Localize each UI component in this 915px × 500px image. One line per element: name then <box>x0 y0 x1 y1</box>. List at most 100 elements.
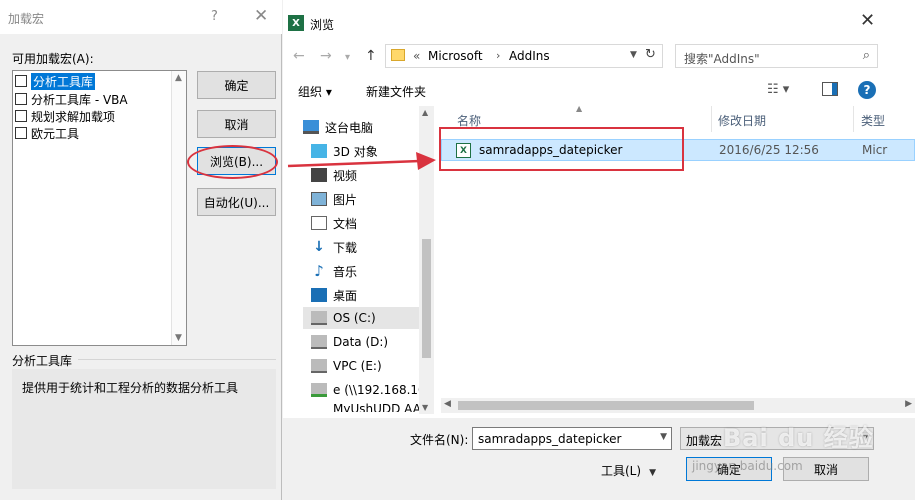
chevron-down-icon[interactable]: ▼ <box>660 432 667 442</box>
annotation-rectangle <box>439 127 684 171</box>
nav-item-label: MyUshUDD AA <box>333 402 421 412</box>
browse-titlebar: X 浏览 ✕ <box>283 0 915 40</box>
recent-dropdown-icon[interactable]: ▾ <box>345 52 350 63</box>
nav-item-music[interactable]: ♪ 音乐 <box>311 260 436 282</box>
nav-item-downloads[interactable]: ↓ 下载 <box>311 236 436 258</box>
drive-icon <box>311 311 327 325</box>
preview-pane-icon[interactable] <box>822 82 838 96</box>
drive-icon <box>311 402 327 412</box>
addins-titlebar: 加载宏 ? ✕ <box>0 0 282 34</box>
filetype-value: 加载宏 <box>686 434 723 448</box>
addins-listbox[interactable]: 分析工具库 分析工具库 - VBA 规划求解加载项 欧元工具 ▲ ▼ <box>12 70 187 346</box>
tools-menu[interactable]: 工具(L) ▼ <box>601 462 656 479</box>
computer-icon <box>303 120 319 134</box>
breadcrumb-overflow[interactable]: « <box>413 49 420 63</box>
scroll-up-icon[interactable]: ▲ <box>422 108 428 117</box>
watermark-brand: Bai du 经验 <box>723 424 874 452</box>
breadcrumb-microsoft[interactable]: Microsoft <box>428 49 483 63</box>
ok-button[interactable]: 确定 <box>197 71 276 99</box>
addins-dialog: 加载宏 ? ✕ 可用加载宏(A): 分析工具库 分析工具库 - VBA 规划求解… <box>0 0 282 500</box>
scroll-thumb[interactable] <box>458 401 754 410</box>
help-icon[interactable]: ? <box>858 81 876 99</box>
new-folder-button[interactable]: 新建文件夹 <box>366 83 426 100</box>
horizontal-scrollbar[interactable]: ◀ ▶ <box>441 398 915 413</box>
nav-item-network-drive[interactable]: e (\\192.168.10 <box>311 379 436 401</box>
close-icon[interactable]: ✕ <box>860 10 875 31</box>
up-arrow-icon[interactable]: ↑ <box>365 48 377 64</box>
addin-item-analysis-toolpak-vba[interactable]: 分析工具库 - VBA <box>15 91 128 107</box>
file-modified: 2016/6/25 12:56 <box>719 143 819 157</box>
addin-item-label: 分析工具库 <box>31 72 96 90</box>
nav-item-label: OS (C:) <box>333 311 376 325</box>
checkbox[interactable] <box>15 127 27 139</box>
address-bar[interactable]: « Microsoft › AddIns ▼ <box>385 44 663 68</box>
checkbox[interactable] <box>15 110 27 122</box>
nav-item-label: e (\\192.168.10 <box>333 383 426 397</box>
nav-item-label: 音乐 <box>333 264 358 279</box>
nav-item-label: Data (D:) <box>333 335 389 349</box>
nav-item-data-d[interactable]: Data (D:) <box>311 331 436 353</box>
addin-item-label: 分析工具库 - VBA <box>31 92 128 107</box>
breadcrumb-addins[interactable]: AddIns <box>509 49 550 63</box>
nav-item-partial[interactable]: MyUshUDD AA <box>311 402 436 412</box>
forward-arrow-icon[interactable]: → <box>320 48 332 64</box>
nav-item-label: 下载 <box>333 240 358 255</box>
nav-item-this-pc[interactable]: 这台电脑 <box>303 116 428 138</box>
available-addins-label: 可用加载宏(A): <box>12 52 94 66</box>
checkbox[interactable] <box>15 75 27 87</box>
nav-item-pictures[interactable]: 图片 <box>311 188 436 210</box>
refresh-icon[interactable]: ↻ <box>645 47 656 62</box>
close-icon[interactable]: ✕ <box>254 6 268 26</box>
search-icon: ⌕ <box>862 48 870 63</box>
column-separator[interactable] <box>711 106 712 132</box>
nav-item-label: 文档 <box>333 216 358 231</box>
nav-item-vpc-e[interactable]: VPC (E:) <box>311 355 436 377</box>
scroll-left-icon[interactable]: ◀ <box>444 399 451 409</box>
column-header-modified[interactable]: 修改日期 <box>718 112 766 129</box>
chevron-down-icon[interactable]: ▼ <box>630 50 637 60</box>
folder-icon <box>391 49 405 61</box>
addin-item-solver[interactable]: 规划求解加载项 <box>15 108 115 124</box>
description-text: 提供用于统计和工程分析的数据分析工具 <box>22 381 239 395</box>
cancel-button[interactable]: 取消 <box>197 110 276 138</box>
download-icon: ↓ <box>313 239 325 255</box>
addin-item-euro-tools[interactable]: 欧元工具 <box>15 125 79 141</box>
addin-item-label: 欧元工具 <box>31 126 80 141</box>
filename-input[interactable]: samradapps_datepicker ▼ <box>472 427 672 450</box>
drive-icon <box>311 359 327 373</box>
nav-item-desktop[interactable]: 桌面 <box>311 284 436 306</box>
chevron-down-icon: ▼ <box>649 468 656 478</box>
scroll-down-icon[interactable]: ▼ <box>422 403 428 412</box>
picture-icon <box>311 192 327 206</box>
automation-button[interactable]: 自动化(U)... <box>197 188 276 216</box>
scroll-down-icon[interactable]: ▼ <box>175 333 182 343</box>
back-arrow-icon[interactable]: ← <box>293 48 305 64</box>
scroll-right-icon[interactable]: ▶ <box>905 399 912 409</box>
nav-item-label: VPC (E:) <box>333 359 382 373</box>
nav-item-documents[interactable]: 文档 <box>311 212 436 234</box>
view-options-icon[interactable]: ☷ ▾ <box>767 82 789 97</box>
checkbox[interactable] <box>15 93 27 105</box>
search-placeholder: 搜索"AddIns" <box>684 52 760 66</box>
drive-icon <box>311 335 327 349</box>
addin-item-analysis-toolpak[interactable]: 分析工具库 <box>15 72 96 90</box>
column-separator[interactable] <box>853 106 854 132</box>
filename-label: 文件名(N): <box>410 433 469 447</box>
annotation-arrow <box>287 152 436 170</box>
listbox-scrollbar[interactable]: ▲ ▼ <box>171 71 186 345</box>
breadcrumb-separator[interactable]: › <box>496 49 500 62</box>
watermark-url: jingyan.baidu.com <box>692 459 803 473</box>
network-drive-icon <box>311 383 327 397</box>
nav-item-os-c[interactable]: OS (C:) <box>303 307 419 329</box>
organize-menu[interactable]: 组织 ▾ <box>298 83 332 100</box>
search-input[interactable]: 搜索"AddIns" ⌕ <box>675 44 878 68</box>
tools-label: 工具(L) <box>601 464 642 478</box>
help-icon[interactable]: ? <box>211 9 218 24</box>
scroll-up-icon[interactable]: ▲ <box>175 73 182 83</box>
column-header-type[interactable]: 类型 <box>861 112 885 129</box>
file-type: Micr <box>862 143 888 157</box>
excel-icon: X <box>288 15 304 31</box>
description-divider <box>78 359 276 360</box>
scroll-thumb[interactable] <box>422 239 431 358</box>
sort-ascending-icon: ▲ <box>576 104 583 113</box>
